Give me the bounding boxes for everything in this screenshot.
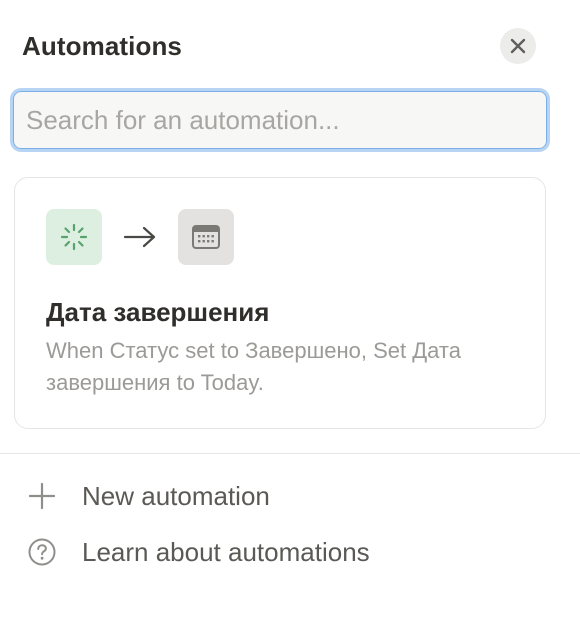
loading-spinner-icon [60, 223, 88, 251]
learn-automations-label: Learn about automations [82, 537, 370, 567]
arrow-right-icon [123, 222, 157, 252]
close-icon [510, 38, 526, 54]
panel-title: Automations [22, 31, 182, 61]
search-input[interactable] [13, 91, 547, 149]
search-field [13, 91, 547, 149]
automation-description: When Статус set to Завершено, Set Дата з… [46, 338, 461, 395]
new-automation-button[interactable]: New automation [22, 474, 542, 518]
learn-automations-link[interactable]: Learn about automations [22, 530, 542, 574]
calendar-icon [192, 225, 220, 249]
trigger-icon-tile [46, 209, 102, 265]
close-button[interactable] [500, 28, 536, 64]
automation-card[interactable]: Дата завершения When Статус set to Завер… [14, 177, 546, 429]
help-circle-icon [22, 532, 62, 572]
plus-icon [22, 476, 62, 516]
automation-title: Дата завершения [46, 297, 270, 327]
divider [0, 453, 580, 454]
automations-panel: Automations Search for an automation... … [0, 0, 580, 624]
panel-header: Automations [22, 28, 542, 64]
action-icon-tile [178, 209, 234, 265]
new-automation-label: New automation [82, 481, 270, 511]
